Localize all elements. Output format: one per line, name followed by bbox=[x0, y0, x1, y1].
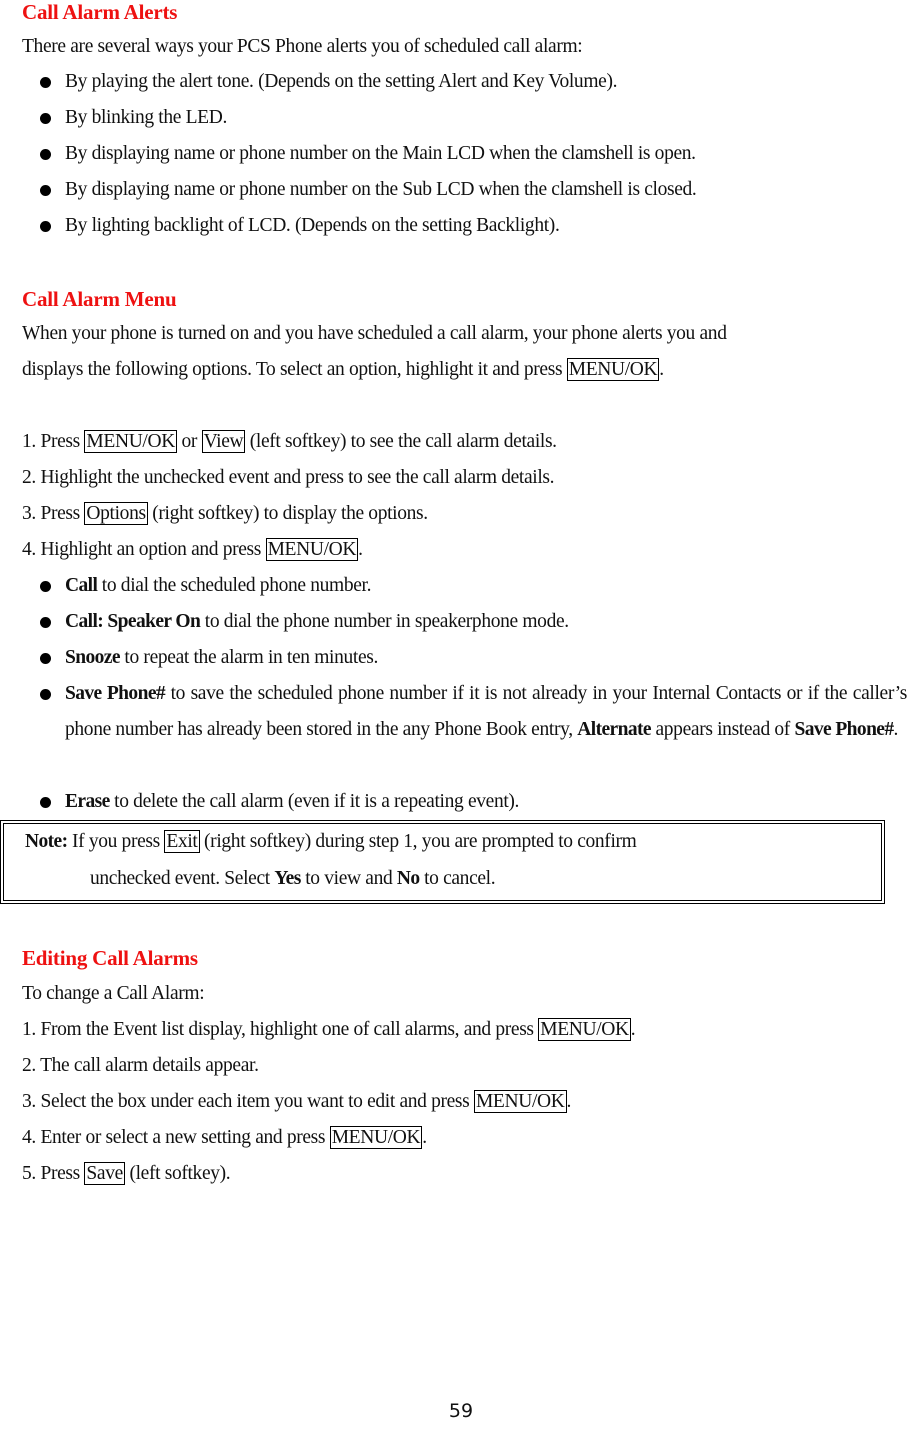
note-box: Note: If you press Exit (right softkey) … bbox=[0, 820, 885, 904]
options-key: Options bbox=[84, 502, 148, 525]
bullet-icon bbox=[40, 689, 51, 700]
term: Save Phone# bbox=[65, 683, 166, 704]
menu-step-3: 3. Press Options (right softkey) to disp… bbox=[22, 502, 428, 526]
text: (left softkey). bbox=[124, 1163, 231, 1184]
option-call-speaker-on: Call: Speaker On to dial the phone numbe… bbox=[65, 610, 569, 634]
text: 5. Press bbox=[22, 1163, 85, 1184]
menu-ok-key: MENU/OK bbox=[84, 430, 177, 453]
text: 3. Select the box under each item you wa… bbox=[22, 1091, 474, 1112]
text: 4. Highlight an option and press bbox=[22, 539, 266, 560]
view-key: View bbox=[201, 430, 246, 453]
list-item: By playing the alert tone. (Depends on t… bbox=[65, 71, 618, 92]
menu-ok-key: MENU/OK bbox=[329, 1126, 423, 1149]
term: Yes bbox=[274, 868, 301, 889]
text: . bbox=[566, 1091, 572, 1112]
menu-ok-key: MENU/OK bbox=[566, 358, 660, 381]
text: appears instead of bbox=[650, 719, 795, 740]
list-item: By blinking the LED. bbox=[65, 107, 227, 128]
text: (right softkey) during step 1, you are p… bbox=[199, 831, 637, 852]
bullet-icon bbox=[40, 149, 51, 160]
menu-ok-key: MENU/OK bbox=[473, 1090, 567, 1113]
term: Call: Speaker On bbox=[65, 611, 201, 632]
text: or bbox=[176, 431, 202, 452]
text: . bbox=[422, 1127, 427, 1148]
save-key: Save bbox=[84, 1162, 125, 1185]
term: Erase bbox=[65, 791, 110, 812]
note-line-1: Note: If you press Exit (right softkey) … bbox=[25, 830, 637, 854]
text: to dial the phone number in speakerphone… bbox=[200, 611, 569, 632]
text: . bbox=[659, 359, 664, 380]
text: to cancel. bbox=[419, 868, 496, 889]
term: Snooze bbox=[65, 647, 121, 668]
menu-ok-key: MENU/OK bbox=[538, 1018, 631, 1041]
bullet-icon bbox=[40, 617, 51, 628]
text: 1. Press bbox=[22, 431, 85, 452]
editing-step-4: 4. Enter or select a new setting and pre… bbox=[22, 1126, 427, 1150]
bullet-icon bbox=[40, 185, 51, 196]
menu-intro-line2: displays the following options. To selec… bbox=[22, 358, 664, 382]
alerts-intro: There are several ways your PCS Phone al… bbox=[22, 36, 583, 57]
list-item: By displaying name or phone number on th… bbox=[65, 179, 697, 200]
text: to view and bbox=[300, 868, 397, 889]
term: Alternate bbox=[577, 719, 651, 740]
editing-step-1: 1. From the Event list display, highligh… bbox=[22, 1018, 636, 1042]
text: If you press bbox=[67, 831, 165, 852]
text: . bbox=[358, 539, 363, 560]
heading-editing-call-alarms: Editing Call Alarms bbox=[22, 946, 198, 970]
text: . bbox=[893, 719, 899, 740]
editing-step-3: 3. Select the box under each item you wa… bbox=[22, 1090, 571, 1114]
bullet-icon bbox=[40, 77, 51, 88]
text: to dial the scheduled phone number. bbox=[97, 575, 372, 596]
text: to delete the call alarm (even if it is … bbox=[109, 791, 520, 812]
menu-ok-key: MENU/OK bbox=[265, 538, 359, 561]
editing-intro: To change a Call Alarm: bbox=[22, 983, 205, 1004]
option-save-phone: Save Phone# to save the scheduled phone … bbox=[65, 676, 907, 748]
bullet-icon bbox=[40, 653, 51, 664]
exit-key: Exit bbox=[164, 830, 200, 853]
heading-call-alarm-alerts: Call Alarm Alerts bbox=[22, 0, 178, 24]
note-label: Note: bbox=[25, 831, 68, 852]
text: unchecked event. Select bbox=[90, 868, 275, 889]
option-call: Call to dial the scheduled phone number. bbox=[65, 574, 372, 598]
editing-step-2: 2. The call alarm details appear. bbox=[22, 1055, 259, 1076]
term: Save Phone# bbox=[794, 719, 894, 740]
bullet-icon bbox=[40, 221, 51, 232]
bullet-icon bbox=[40, 581, 51, 592]
menu-intro-line1: When your phone is turned on and you hav… bbox=[22, 323, 727, 344]
bullet-icon bbox=[40, 113, 51, 124]
term: Call bbox=[65, 575, 98, 596]
text: displays the following options. To selec… bbox=[22, 359, 567, 380]
text: (right softkey) to display the options. bbox=[147, 503, 428, 524]
list-item: By lighting backlight of LCD. (Depends o… bbox=[65, 215, 560, 236]
text: 3. Press bbox=[22, 503, 85, 524]
menu-step-2: 2. Highlight the unchecked event and pre… bbox=[22, 467, 555, 488]
option-snooze: Snooze to repeat the alarm in ten minute… bbox=[65, 646, 378, 670]
editing-step-5: 5. Press Save (left softkey). bbox=[22, 1162, 231, 1186]
menu-step-4: 4. Highlight an option and press MENU/OK… bbox=[22, 538, 363, 562]
text: 4. Enter or select a new setting and pre… bbox=[22, 1127, 330, 1148]
page-number: 59 bbox=[448, 1400, 474, 1422]
option-erase: Erase to delete the call alarm (even if … bbox=[65, 790, 519, 814]
heading-call-alarm-menu: Call Alarm Menu bbox=[22, 287, 177, 311]
text: 1. From the Event list display, highligh… bbox=[22, 1019, 539, 1040]
note-line-2: unchecked event. Select Yes to view and … bbox=[90, 867, 496, 891]
text: (left softkey) to see the call alarm det… bbox=[245, 431, 557, 452]
text: . bbox=[630, 1019, 636, 1040]
text: to repeat the alarm in ten minutes. bbox=[119, 647, 379, 668]
term: No bbox=[396, 868, 420, 889]
list-item: By displaying name or phone number on th… bbox=[65, 143, 696, 164]
bullet-icon bbox=[40, 797, 51, 808]
menu-step-1: 1. Press MENU/OK or View (left softkey) … bbox=[22, 430, 557, 454]
